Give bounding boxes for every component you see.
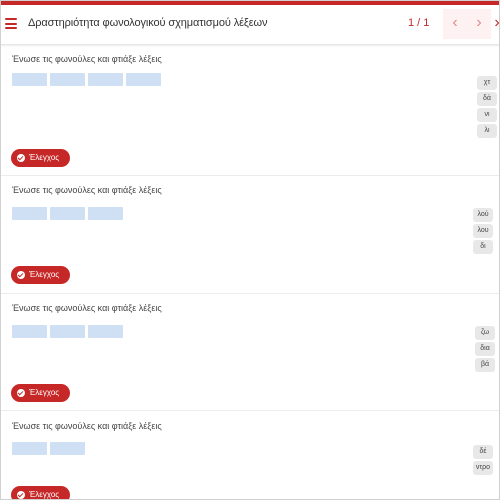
syllable-tile[interactable]: δά (477, 92, 497, 106)
syllable-tile[interactable]: λου (473, 224, 493, 238)
syllable-tile[interactable]: ζω (475, 326, 495, 340)
check-circle-icon (17, 154, 25, 162)
check-circle-icon (17, 389, 25, 397)
exercise-instruction: Ένωσε τις φωνούλες και φτιάξε λέξεις (12, 303, 162, 313)
syllable-tile[interactable]: δια (475, 342, 495, 356)
answer-slot[interactable] (50, 325, 85, 338)
answer-slot[interactable] (50, 207, 85, 220)
exercise-instruction: Ένωσε τις φωνούλες και φτιάξε λέξεις (12, 185, 162, 195)
exercise-3: Ένωσε τις φωνούλες και φτιάξε λέξεις ζω … (1, 295, 499, 411)
exercise-instruction: Ένωσε τις φωνούλες και φτιάξε λέξεις (12, 421, 162, 431)
syllable-tile[interactable]: βά (475, 358, 495, 372)
answer-slot[interactable] (12, 73, 47, 86)
next-button[interactable]: › (467, 9, 491, 39)
syllable-tile[interactable]: χτ (477, 76, 497, 90)
header-bar: Δραστηριότητα φωνολογικού σχηματισμού λέ… (1, 5, 499, 45)
syllable-tile[interactable]: δι (473, 240, 493, 254)
exercise-4: Ένωσε τις φωνούλες και φτιάξε λέξεις δέ … (1, 412, 499, 499)
answer-slot[interactable] (88, 207, 123, 220)
answer-slot[interactable] (126, 73, 161, 86)
check-circle-icon (17, 271, 25, 279)
previous-button[interactable]: ‹ (443, 9, 467, 39)
answer-slot[interactable] (12, 207, 47, 220)
forward-arrow-icon[interactable]: › (490, 9, 499, 39)
menu-icon[interactable] (5, 18, 17, 29)
exercise-2: Ένωσε τις φωνούλες και φτιάξε λέξεις λού… (1, 177, 499, 294)
syllable-tile[interactable]: δέ (473, 445, 493, 459)
check-button[interactable]: Έλεγχος (11, 486, 70, 499)
answer-slot[interactable] (50, 73, 85, 86)
check-button-label: Έλεγχος (29, 270, 60, 279)
syllable-tile[interactable]: νι (477, 108, 497, 122)
check-circle-icon (17, 491, 25, 499)
answer-slot[interactable] (88, 325, 123, 338)
activity-window: Δραστηριότητα φωνολογικού σχηματισμού λέ… (0, 0, 500, 500)
page-title: Δραστηριότητα φωνολογικού σχηματισμού λέ… (28, 17, 268, 29)
syllable-tile[interactable]: λού (473, 208, 493, 222)
check-button-label: Έλεγχος (29, 388, 60, 397)
check-button[interactable]: Έλεγχος (11, 266, 70, 284)
check-button[interactable]: Έλεγχος (11, 384, 70, 402)
page-counter: 1 / 1 (408, 17, 430, 29)
check-button-label: Έλεγχος (29, 153, 60, 162)
check-button-label: Έλεγχος (29, 490, 60, 499)
answer-slot[interactable] (50, 442, 85, 455)
answer-slot[interactable] (88, 73, 123, 86)
syllable-tile[interactable]: ντρο (473, 461, 493, 475)
exercise-1: Ένωσε τις φωνούλες και φτιάξε λέξεις χτ … (1, 46, 499, 176)
check-button[interactable]: Έλεγχος (11, 149, 70, 167)
syllable-tile[interactable]: λι (477, 124, 497, 138)
exercise-instruction: Ένωσε τις φωνούλες και φτιάξε λέξεις (12, 54, 162, 64)
answer-slot[interactable] (12, 325, 47, 338)
answer-slot[interactable] (12, 442, 47, 455)
